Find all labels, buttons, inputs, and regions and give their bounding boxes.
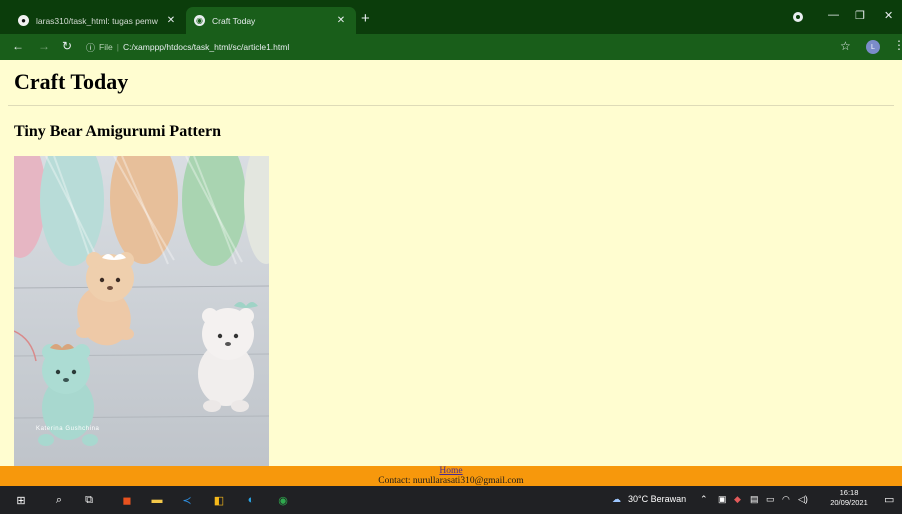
volume-icon[interactable]: ◁) [798,494,808,505]
clock-date: 20/09/2021 [830,498,868,507]
tab-github[interactable]: ● laras310/task_html: tugas pemw ✕ [10,7,186,34]
file-explorer-icon[interactable]: ▬ [150,493,164,507]
chrome-icon[interactable]: ◉ [276,493,290,507]
amigurumi-photo: Katerina Gushchina [14,156,269,466]
clock-time: 16:18 [839,488,859,497]
vscode-icon[interactable]: ≺ [180,493,194,507]
tray-display-icon[interactable]: ▤ [750,494,759,505]
url-text[interactable]: C:/xamppp/htdocs/task_html/sc/article1.h… [123,42,289,52]
tab-craft-today[interactable]: ◉ Craft Today ✕ [186,7,356,34]
tray-app-icon[interactable]: ▣ [718,494,727,505]
browser-tab-strip: ● laras310/task_html: tugas pemw ✕ ◉ Cra… [0,0,902,34]
address-toolbar: ← → ↻ ⓘ File | C:/xamppp/htdocs/task_htm… [0,34,902,60]
forward-icon[interactable]: → [38,39,50,53]
minimize-icon[interactable]: — [828,9,839,21]
article-title: Tiny Bear Amigurumi Pattern [14,123,221,140]
notification-icon[interactable]: ▭ [884,493,894,506]
window-close-icon[interactable]: ✕ [884,9,893,22]
new-tab-icon[interactable]: + [361,11,370,26]
weather-text[interactable]: 30°C Berawan [628,494,686,504]
search-icon[interactable]: ⌕ [52,493,66,507]
task-view-icon[interactable]: ⧉ [82,493,96,507]
divider [8,105,894,106]
home-link[interactable]: Home [0,466,902,476]
info-icon[interactable]: ⓘ [86,41,95,54]
tray-security-icon[interactable]: ◆ [734,494,741,505]
contact-text: Contact: nurullarasati310@gmail.com [378,476,524,486]
github-icon: ● [18,15,29,26]
page-viewport: Craft Today Tiny Bear Amigurumi Pattern [0,60,902,466]
os-taskbar: ⊞ ⌕ ⧉ ◼ ▬ ≺ ◧ ◐ ◉ ☁ 30°C Berawan ⌃ ▣ ◆ ▤… [0,486,902,514]
system-clock[interactable]: 16:18 20/09/2021 [826,488,872,508]
close-tab-icon[interactable]: ✕ [334,15,348,26]
bookmark-star-icon[interactable]: ☆ [840,39,851,53]
windows-start-icon[interactable]: ⊞ [14,493,28,507]
page-footer: Home Contact: nurullarasati310@gmail.com [0,466,902,486]
profile-avatar[interactable]: L [866,40,880,54]
tab-label: laras310/task_html: tugas pemw [36,15,158,26]
back-icon[interactable]: ← [12,39,24,53]
reload-icon[interactable]: ↻ [62,39,72,53]
battery-icon[interactable]: ▭ [766,494,775,505]
globe-icon: ◉ [194,15,205,26]
tab-search-icon[interactable] [793,12,803,22]
office-icon[interactable]: ◼ [120,493,134,507]
photo-watermark: Katerina Gushchina [36,426,100,432]
edge-icon[interactable]: ◐ [244,493,258,507]
sublime-icon[interactable]: ◧ [212,493,226,507]
tab-label: Craft Today [212,15,256,26]
restore-icon[interactable]: ❐ [855,9,865,22]
site-title: Craft Today [14,69,129,94]
menu-kebab-icon[interactable]: ⋮ [893,38,902,52]
address-bar[interactable]: ⓘ File | C:/xamppp/htdocs/task_html/sc/a… [86,38,834,56]
file-label: File [99,42,113,52]
tray-chevron-icon[interactable]: ⌃ [700,494,708,505]
weather-icon: ☁ [612,494,621,504]
close-tab-icon[interactable]: ✕ [164,15,178,26]
wifi-icon[interactable]: ◠ [782,494,790,505]
